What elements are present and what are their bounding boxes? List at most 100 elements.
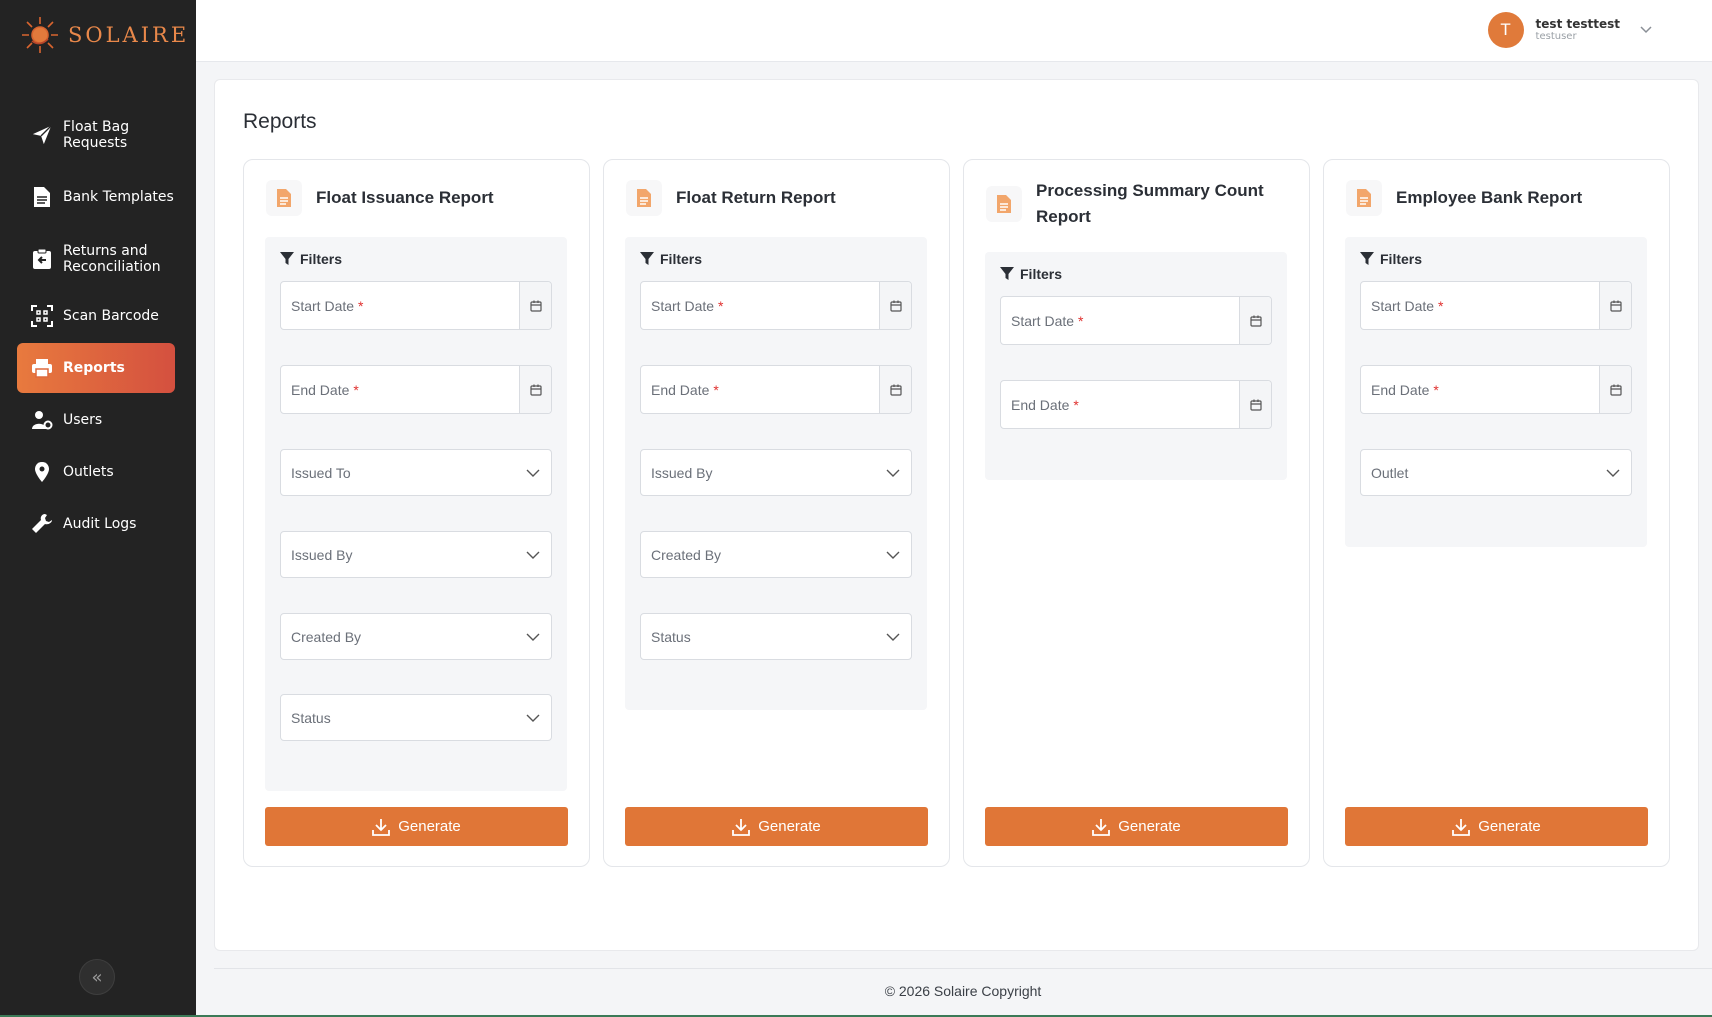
sidebar-item-reports[interactable]: Reports [17,343,175,393]
sidebar-item-bank-templates[interactable]: Bank Templates [17,167,175,227]
sidebar-item-label: Returns and Reconciliation [63,243,161,275]
paper-plane-icon [29,122,55,148]
filters-section: Filters Start Date * End Date * [985,252,1287,480]
avatar: T [1487,12,1524,48]
footer-divider [214,968,1712,969]
start-date-field[interactable]: Start Date * [280,281,552,330]
field-text: End Date [1011,396,1070,413]
filters-label: Filters [1360,251,1422,267]
filter-icon [1360,252,1374,265]
card-title: Float Return Report [676,188,836,207]
select-placeholder: Status [651,628,691,645]
issued-to-select[interactable]: Issued To [280,449,552,496]
chevron-down-icon [1595,469,1631,477]
sidebar-item-outlets[interactable]: Outlets [17,447,175,497]
outlet-select[interactable]: Outlet [1360,449,1632,496]
field-label: End Date * [281,382,519,398]
sidebar-item-label: Float Bag Requests [63,119,130,151]
required-marker: * [1433,381,1439,398]
download-icon [372,818,391,836]
status-select[interactable]: Status [640,613,912,660]
sidebar-item-returns-reconciliation[interactable]: Returns and Reconciliation [17,229,175,289]
chevron-down-icon [875,469,911,477]
created-by-select[interactable]: Created By [280,613,552,660]
chevron-down-icon [515,714,551,722]
issued-by-select[interactable]: Issued By [640,449,912,496]
start-date-field[interactable]: Start Date * [1000,296,1272,345]
status-select[interactable]: Status [280,694,552,741]
sidebar-item-users[interactable]: Users [17,395,175,445]
required-marker: * [358,297,364,314]
user-info: test testtest testuser [1536,17,1620,43]
brand-logo[interactable]: SOLAIRE [18,12,189,58]
footer-copyright: © 2026 Solaire Copyright [884,983,1042,999]
document-icon [626,180,662,216]
filter-icon [1000,267,1014,280]
calendar-icon[interactable] [519,282,551,329]
users-gear-icon [29,407,55,433]
sidebar-collapse-button[interactable]: « [79,959,115,995]
generate-button[interactable]: Generate [265,807,568,846]
sidebar-nav: Float Bag Requests Bank Templates Return… [17,105,175,551]
field-label: Start Date * [281,298,519,314]
user-handle: testuser [1535,31,1577,42]
generate-button[interactable]: Generate [1345,807,1648,846]
calendar-icon[interactable] [519,366,551,413]
sidebar: SOLAIRE Float Bag Requests Bank Template… [0,0,196,1017]
chevron-down-icon [515,551,551,559]
chevron-down-icon [1640,26,1652,34]
sidebar-item-label: Bank Templates [63,189,174,205]
calendar-icon[interactable] [879,282,911,329]
filters-label: Filters [640,251,702,267]
sidebar-item-audit-logs[interactable]: Audit Logs [17,499,175,549]
calendar-icon[interactable] [1599,282,1631,329]
field-label: Start Date * [1361,298,1599,314]
chevron-down-icon [875,551,911,559]
generate-label: Generate [758,818,821,835]
barcode-scan-icon [29,303,55,329]
brand-name: SOLAIRE [68,23,190,47]
double-chevron-left-icon: « [91,966,103,988]
card-header: Float Return Report [626,180,933,216]
document-icon [1346,180,1382,216]
sidebar-item-scan-barcode[interactable]: Scan Barcode [17,291,175,341]
filters-text: Filters [300,251,343,267]
field-label: Start Date * [641,298,879,314]
calendar-icon[interactable] [1239,297,1271,344]
sidebar-item-float-bag-requests[interactable]: Float Bag Requests [17,105,175,165]
filters-text: Filters [660,251,703,267]
required-marker: * [1073,396,1079,413]
start-date-field[interactable]: Start Date * [1360,281,1632,330]
download-icon [1092,818,1111,836]
end-date-field[interactable]: End Date * [1000,380,1272,429]
card-header: Float Issuance Report [266,180,573,216]
start-date-field[interactable]: Start Date * [640,281,912,330]
end-date-field[interactable]: End Date * [640,365,912,414]
report-card-employee-bank: Employee Bank Report Filters Start Date *… [1323,159,1670,867]
clipboard-return-icon [29,246,55,272]
generate-label: Generate [398,818,461,835]
user-name: test testtest [1535,17,1620,31]
sidebar-item-label: Scan Barcode [63,308,159,324]
card-title: Processing Summary Count Report [1036,181,1264,226]
issued-by-select[interactable]: Issued By [280,531,552,578]
required-marker: * [1078,312,1084,329]
select-placeholder: Status [291,709,331,726]
generate-button[interactable]: Generate [985,807,1288,846]
field-text: Start Date [651,297,715,314]
calendar-icon[interactable] [879,366,911,413]
select-placeholder: Issued By [651,464,713,481]
select-placeholder: Outlet [1371,464,1409,481]
field-label: Start Date * [1001,313,1239,329]
calendar-icon[interactable] [1239,381,1271,428]
filters-text: Filters [1380,251,1423,267]
generate-button[interactable]: Generate [625,807,928,846]
topbar: T test testtest testuser [196,0,1712,62]
end-date-field[interactable]: End Date * [1360,365,1632,414]
filters-label: Filters [280,251,342,267]
end-date-field[interactable]: End Date * [280,365,552,414]
calendar-icon[interactable] [1599,366,1631,413]
select-placeholder: Created By [651,546,722,563]
user-menu[interactable]: T test testtest testuser [1487,12,1652,48]
created-by-select[interactable]: Created By [640,531,912,578]
